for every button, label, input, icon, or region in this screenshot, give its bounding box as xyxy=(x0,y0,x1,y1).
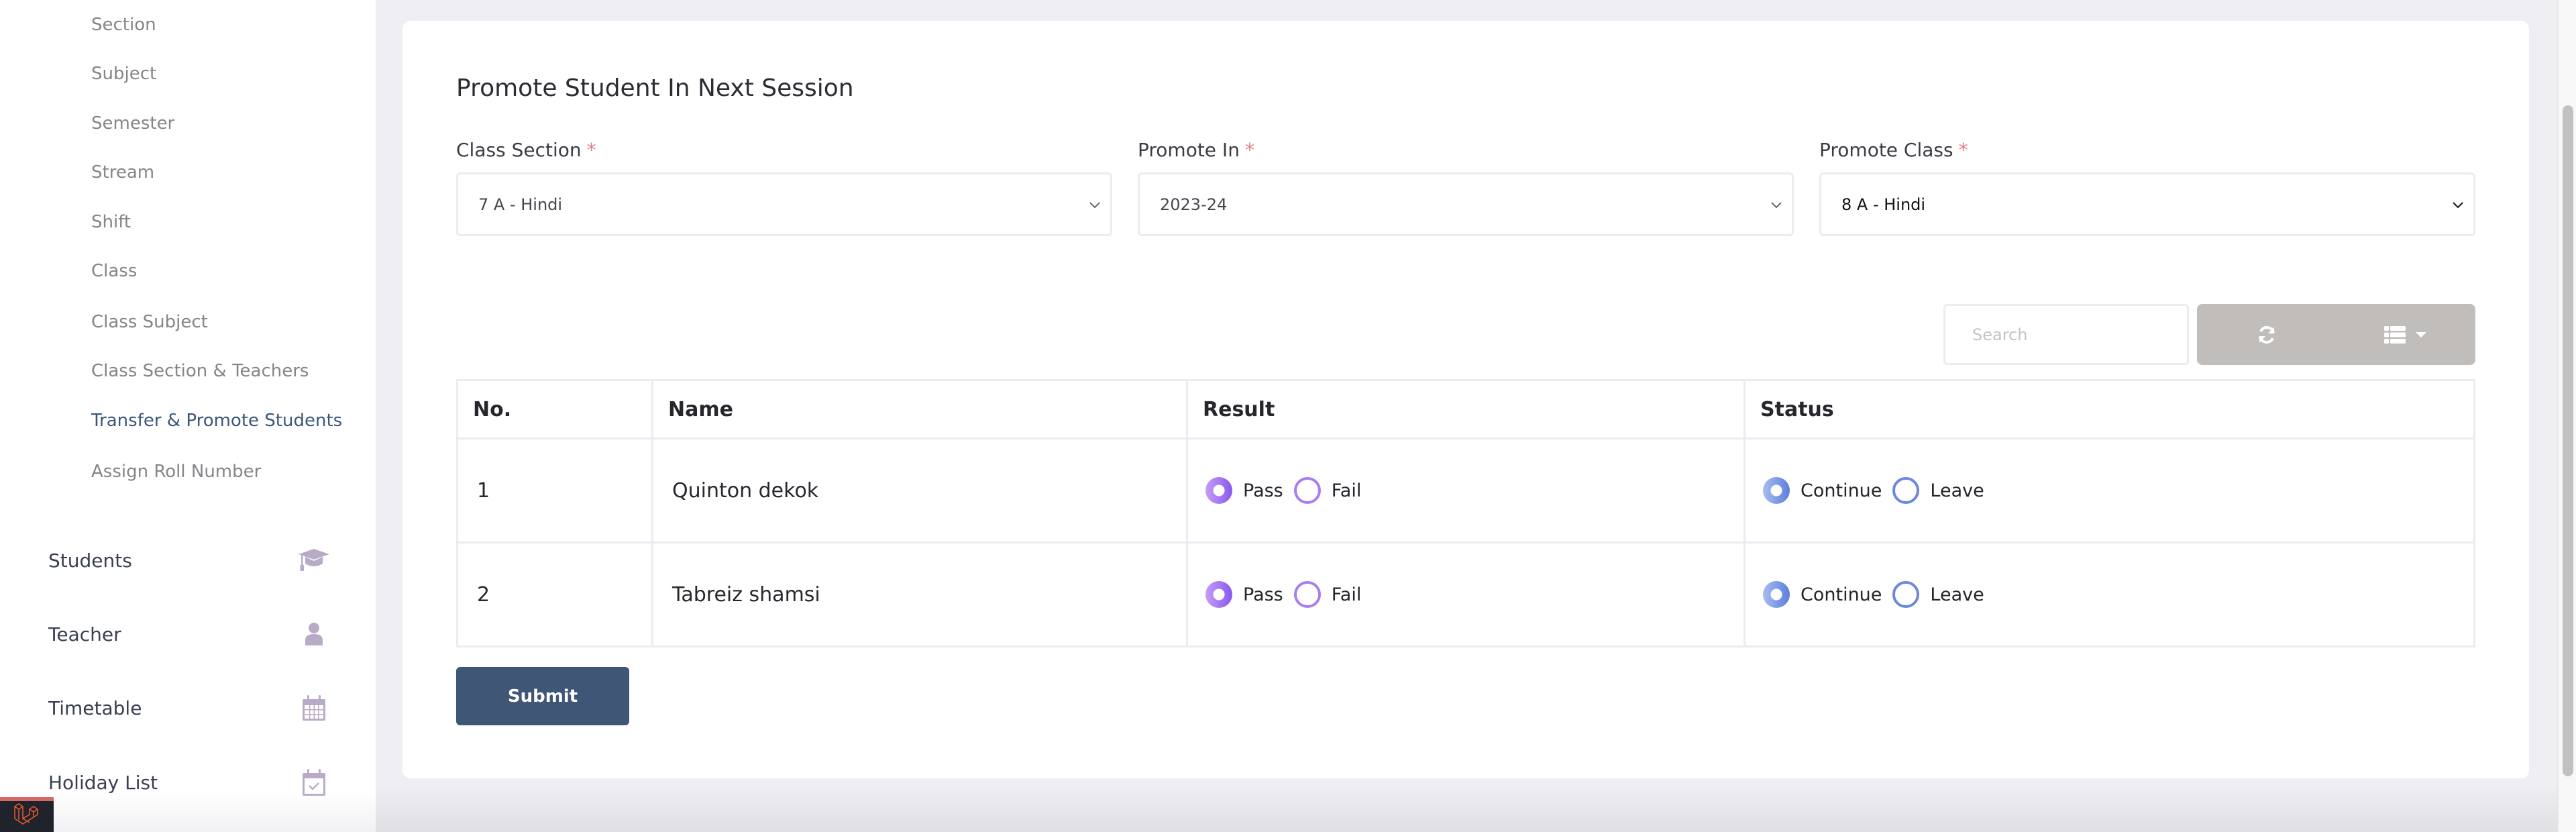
column-header-status[interactable]: Status xyxy=(1743,379,2475,439)
refresh-icon xyxy=(2258,325,2275,344)
status-leave-radio[interactable] xyxy=(1892,477,1920,504)
column-header-name[interactable]: Name xyxy=(651,379,1188,439)
promote-in-value: 2023-24 xyxy=(1160,195,1228,214)
result-radio-group: Pass Fail xyxy=(1205,581,1743,608)
user-icon xyxy=(298,618,330,650)
status-continue-label[interactable]: Continue xyxy=(1801,480,1882,501)
sidebar-item-assign-roll-number[interactable]: Assign Roll Number xyxy=(91,460,261,484)
refresh-button[interactable] xyxy=(2197,304,2337,365)
laravel-logo-icon xyxy=(13,802,40,831)
sidebar-item-class-subject[interactable]: Class Subject xyxy=(91,310,208,334)
sidebar-fade xyxy=(0,792,376,832)
sidebar-item-transfer-promote-students[interactable]: Transfer & Promote Students xyxy=(91,409,342,433)
result-fail-radio[interactable] xyxy=(1293,477,1321,504)
sidebar-item-label: Timetable xyxy=(48,696,142,719)
columns-toggle-button[interactable] xyxy=(2337,304,2476,365)
calendar-icon xyxy=(298,692,330,724)
result-pass-radio[interactable] xyxy=(1205,581,1232,608)
result-radio-group: Pass Fail xyxy=(1205,477,1743,504)
submit-button[interactable]: Submit xyxy=(456,667,629,725)
promote-in-label: Promote In * xyxy=(1138,138,1254,163)
required-mark: * xyxy=(1958,139,1968,161)
row-number: 1 xyxy=(456,437,653,543)
status-continue-label[interactable]: Continue xyxy=(1801,584,1882,605)
promote-in-label-text: Promote In xyxy=(1138,139,1240,161)
sidebar-item-label: Holiday List xyxy=(48,771,158,794)
page-scrollbar[interactable] xyxy=(2557,0,2576,832)
sidebar-item-subject[interactable]: Subject xyxy=(91,62,156,86)
table-toolbar xyxy=(2197,304,2475,365)
student-name: Quinton dekok xyxy=(651,437,1188,543)
sidebar: Section Subject Semester Stream Shift Cl… xyxy=(0,0,376,832)
sidebar-item-label: Students xyxy=(48,549,132,572)
chevron-down-icon xyxy=(1089,201,1100,208)
debugbar-toggle[interactable] xyxy=(0,797,54,832)
result-cell: Pass Fail xyxy=(1186,541,1746,647)
status-continue-radio[interactable] xyxy=(1763,581,1790,608)
scrollbar-thumb[interactable] xyxy=(2563,105,2573,776)
status-cell: Continue Leave xyxy=(1743,437,2475,543)
status-leave-radio[interactable] xyxy=(1892,581,1920,608)
promote-in-select[interactable]: 2023-24 xyxy=(1138,172,1794,236)
result-pass-radio[interactable] xyxy=(1205,477,1232,504)
result-fail-radio[interactable] xyxy=(1293,581,1321,608)
result-fail-label[interactable]: Fail xyxy=(1332,480,1362,501)
table-row: 1 Quinton dekok Pass Fail Continue Leave xyxy=(456,437,2475,543)
sidebar-item-timetable[interactable]: Timetable xyxy=(48,688,330,728)
promote-card: Promote Student In Next Session Class Se… xyxy=(402,21,2529,778)
result-pass-label[interactable]: Pass xyxy=(1243,480,1283,501)
chevron-down-icon xyxy=(1771,201,1782,208)
promote-class-label: Promote Class * xyxy=(1819,138,1968,163)
sidebar-item-semester[interactable]: Semester xyxy=(91,111,174,136)
result-fail-label[interactable]: Fail xyxy=(1332,584,1362,605)
caret-down-icon xyxy=(2416,331,2427,337)
class-section-select[interactable]: 7 A - Hindi xyxy=(456,172,1112,236)
graduation-cap-icon xyxy=(298,544,330,576)
sidebar-item-shift[interactable]: Shift xyxy=(91,210,131,234)
class-section-label-text: Class Section xyxy=(456,139,582,161)
required-mark: * xyxy=(1244,139,1254,161)
required-mark: * xyxy=(586,139,596,161)
sidebar-item-label: Teacher xyxy=(48,623,121,645)
student-name: Tabreiz shamsi xyxy=(651,541,1188,647)
result-pass-label[interactable]: Pass xyxy=(1243,584,1283,605)
search-input[interactable] xyxy=(1943,304,2189,365)
status-radio-group: Continue Leave xyxy=(1763,581,2473,608)
sidebar-item-stream[interactable]: Stream xyxy=(91,160,154,185)
sidebar-item-class[interactable]: Class xyxy=(91,259,137,283)
status-leave-label[interactable]: Leave xyxy=(1930,480,1984,501)
sidebar-item-class-section-teachers[interactable]: Class Section & Teachers xyxy=(91,359,309,383)
status-leave-label[interactable]: Leave xyxy=(1930,584,1984,605)
class-section-label: Class Section * xyxy=(456,138,596,163)
columns-list-icon xyxy=(2384,325,2406,344)
status-cell: Continue Leave xyxy=(1743,541,2475,647)
table-row: 2 Tabreiz shamsi Pass Fail Continue Leav… xyxy=(456,541,2475,647)
bottom-fade xyxy=(376,785,2557,832)
promote-class-label-text: Promote Class xyxy=(1819,139,1953,161)
column-header-no[interactable]: No. xyxy=(456,379,653,439)
row-number: 2 xyxy=(456,541,653,647)
students-table: No. Name Result Status 1 Quinton dekok P… xyxy=(456,379,2475,647)
status-continue-radio[interactable] xyxy=(1763,477,1790,504)
sidebar-item-teacher[interactable]: Teacher xyxy=(48,614,330,654)
result-cell: Pass Fail xyxy=(1186,437,1746,543)
class-section-value: 7 A - Hindi xyxy=(478,195,563,214)
promote-class-select[interactable]: 8 A - Hindi xyxy=(1819,172,2475,236)
chevron-down-icon xyxy=(2453,201,2463,208)
sidebar-item-section[interactable]: Section xyxy=(91,13,156,37)
table-header-row: No. Name Result Status xyxy=(456,379,2475,439)
status-radio-group: Continue Leave xyxy=(1763,477,2473,504)
sidebar-item-students[interactable]: Students xyxy=(48,540,330,580)
page-title: Promote Student In Next Session xyxy=(456,74,854,102)
promote-class-value: 8 A - Hindi xyxy=(1841,195,1926,214)
column-header-result[interactable]: Result xyxy=(1186,379,1746,439)
